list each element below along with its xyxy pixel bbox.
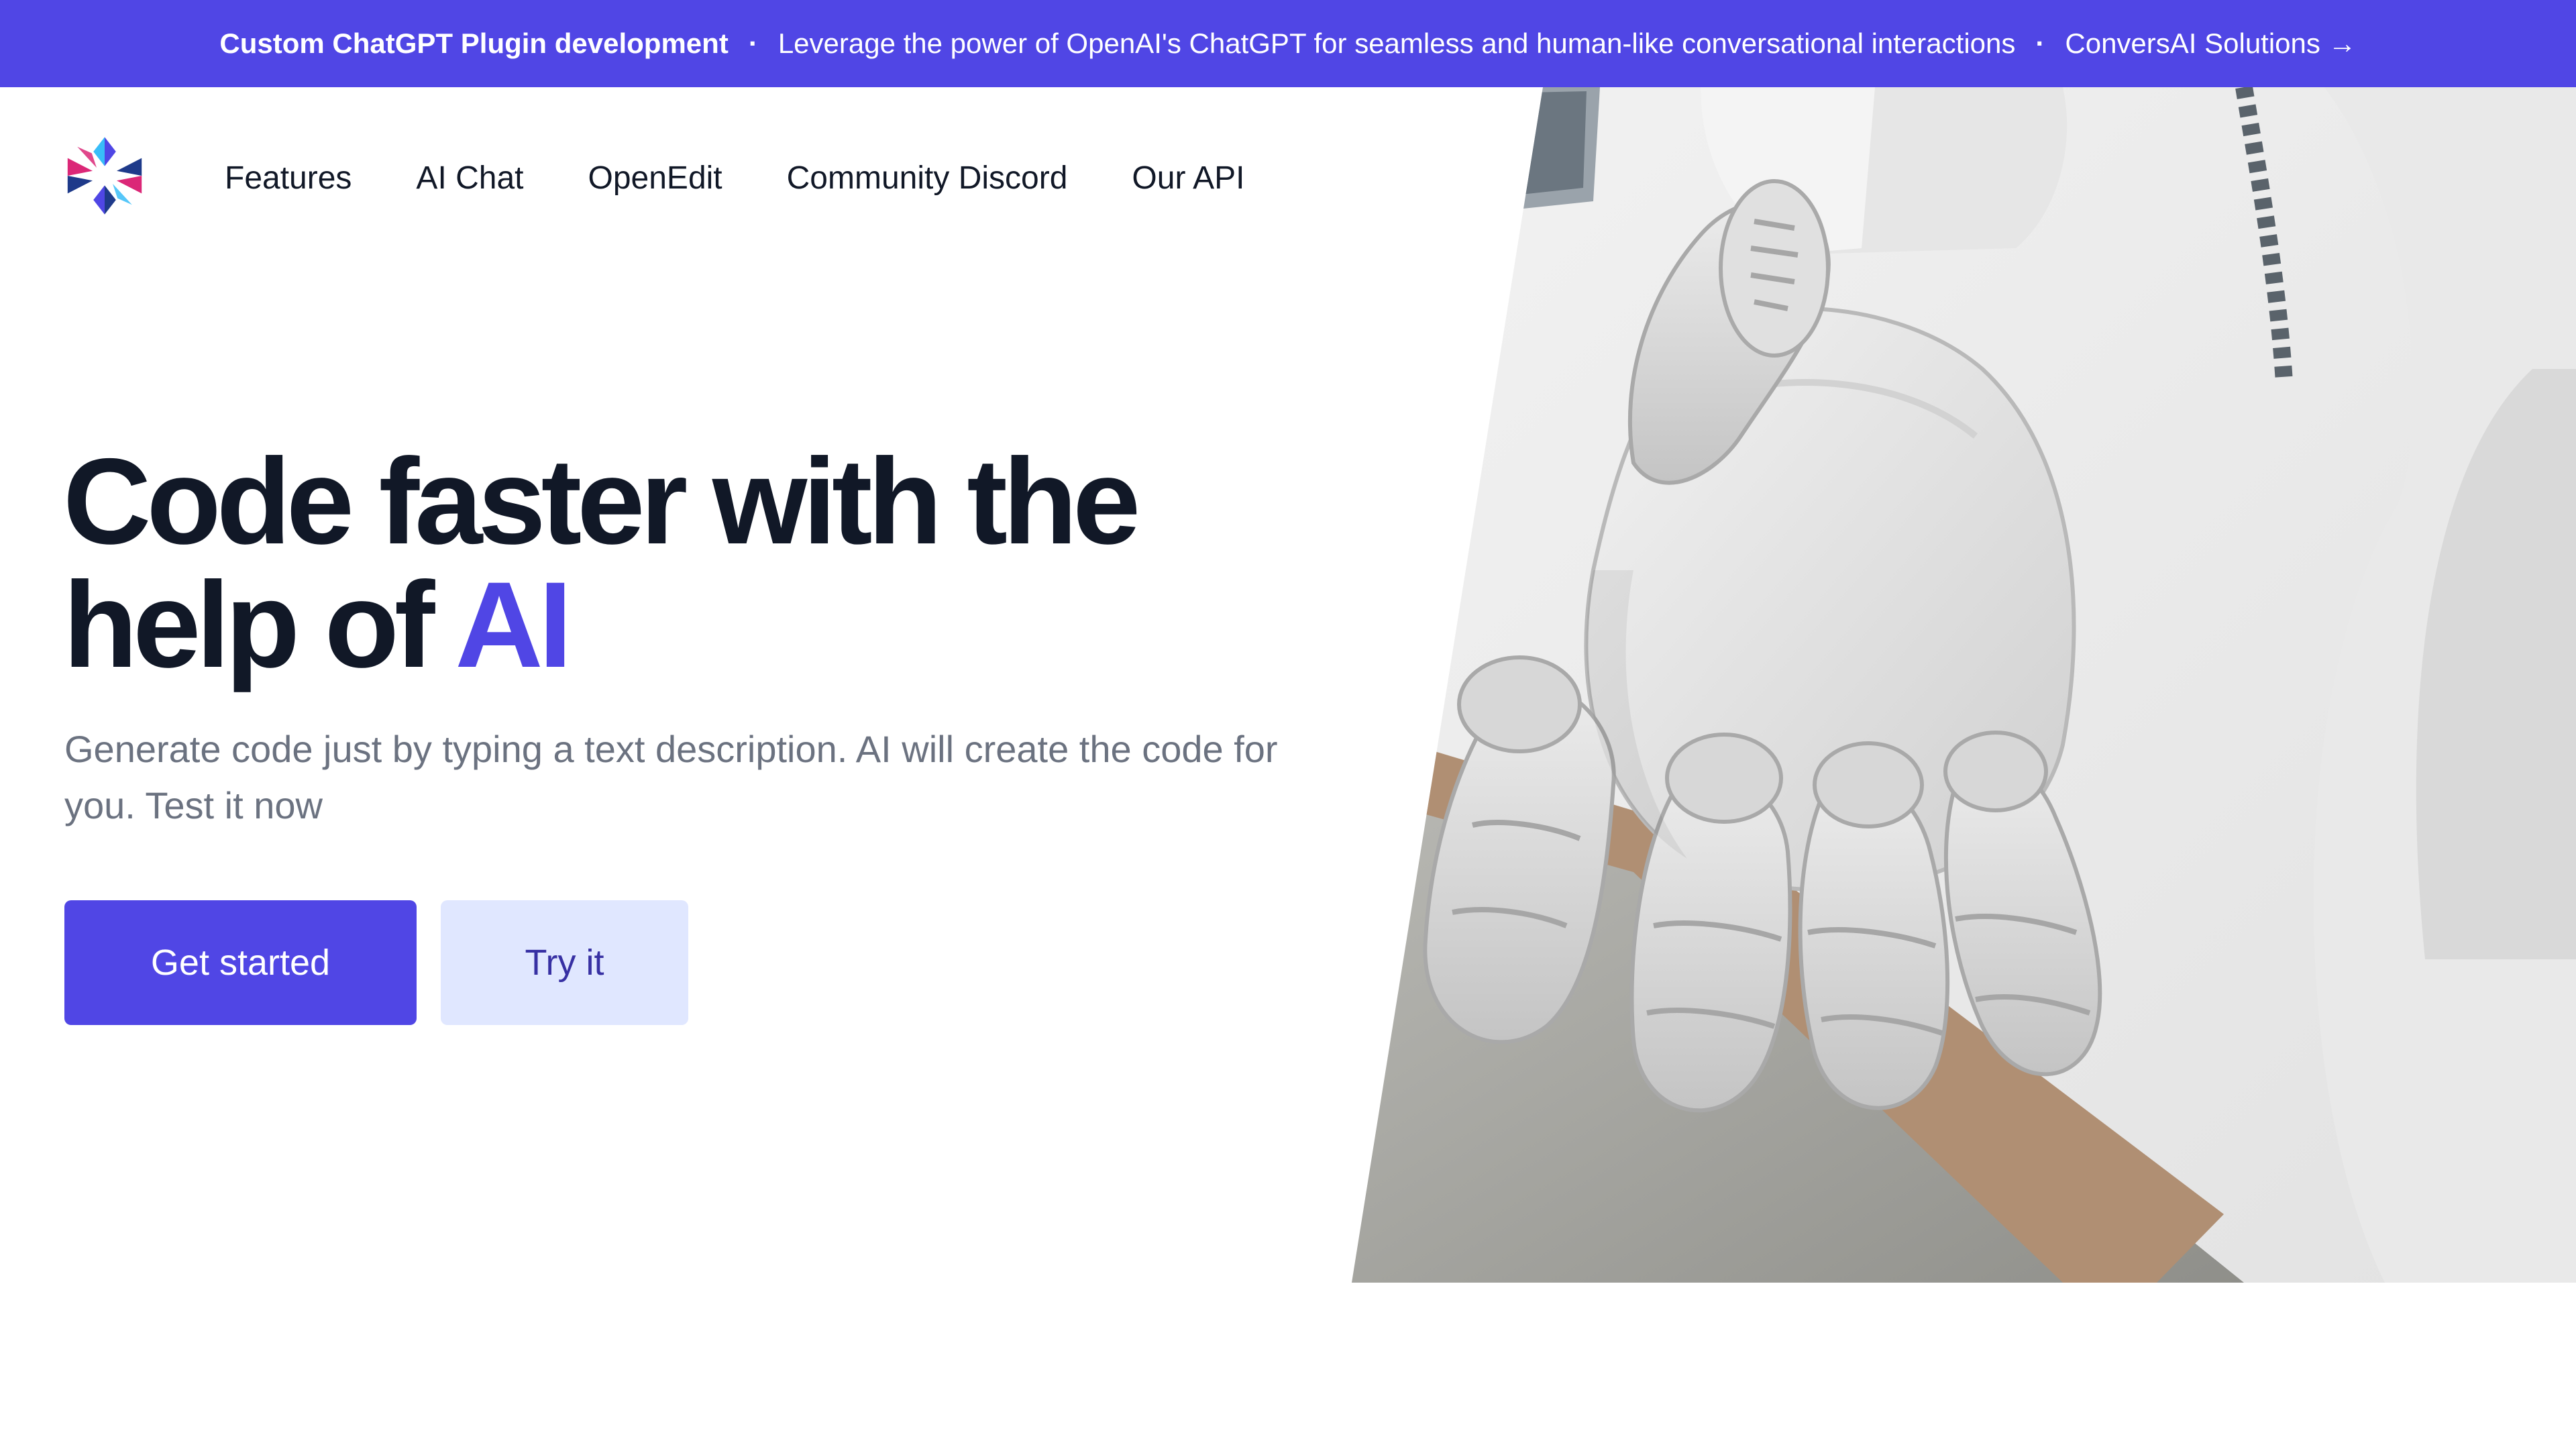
main-nav: Features AI Chat OpenEdit Community Disc… [225, 154, 1244, 201]
hero-title-accent: AI [455, 556, 572, 693]
get-started-button[interactable]: Get started [64, 900, 417, 1025]
banner-separator: · [748, 28, 758, 59]
home-logo[interactable] [64, 136, 145, 216]
try-it-button[interactable]: Try it [441, 900, 688, 1025]
snowflake-logo-icon [67, 137, 142, 215]
nav-openedit[interactable]: OpenEdit [588, 160, 722, 197]
banner-message: Leverage the power of OpenAI's ChatGPT f… [777, 28, 2016, 59]
nav-community-discord[interactable]: Community Discord [787, 160, 1068, 197]
hero-subtitle: Generate code just by typing a text desc… [64, 728, 1278, 826]
hero-image [1352, 87, 2576, 1283]
nav-ai-chat[interactable]: AI Chat [416, 160, 523, 197]
banner-separator: · [2035, 28, 2045, 59]
banner-title: Custom ChatGPT Plugin development [219, 28, 729, 59]
hero-title: Code faster with the help of AI [63, 439, 1338, 686]
announcement-banner[interactable]: Custom ChatGPT Plugin development · Leve… [0, 0, 2576, 87]
robot-hand-image [1352, 87, 2576, 1283]
nav-our-api[interactable]: Our API [1132, 160, 1244, 197]
hero-title-text: Code faster with the help of [63, 433, 1140, 693]
nav-features[interactable]: Features [225, 160, 352, 197]
banner-link[interactable]: ConversAI Solutions → [2065, 28, 2356, 60]
